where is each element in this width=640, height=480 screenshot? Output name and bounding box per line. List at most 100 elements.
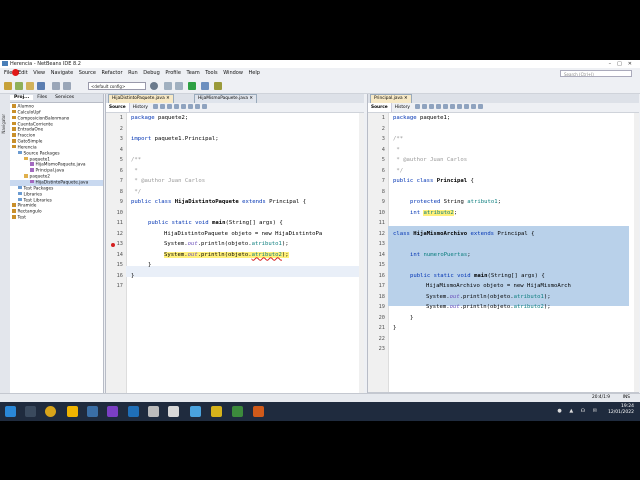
navigator-side-tab[interactable]: Navigator [1,114,6,134]
code-line: import paquete1.Principal; [131,136,219,142]
tab-files[interactable]: Files [33,95,51,100]
file-explorer-icon[interactable] [67,406,78,417]
build-icon[interactable] [164,82,172,90]
chrome-icon[interactable] [45,406,56,417]
windows-start-icon[interactable] [5,406,16,417]
search-icon[interactable] [25,406,36,417]
undo-icon[interactable] [52,82,60,90]
system-clock[interactable]: 19:24 12/01/2022 [608,404,634,416]
menu-window[interactable]: Window [223,70,243,76]
menu-navigate[interactable]: Navigate [51,70,73,76]
right-editor: Principal.java ✕ Source History 123456789… [367,94,639,402]
tree-node-icon [30,179,34,184]
app-icon[interactable] [253,406,264,417]
right-code-area[interactable]: package paquete1; /** * * @author Juan C… [388,113,639,402]
editor-action-icon[interactable] [450,104,456,109]
left-code-area[interactable]: package paquete2; import paquete1.Princi… [126,113,364,402]
menu-view[interactable]: View [33,70,45,76]
editor-action-icon[interactable] [195,104,201,109]
tab-projects[interactable]: Proj... [10,95,34,100]
search-input[interactable]: Search (Ctrl+I) [560,70,632,77]
editor-action-icon[interactable] [429,104,435,109]
editor-action-icon[interactable] [181,104,187,109]
config-select[interactable]: <default config> [88,82,146,90]
history-view-tab[interactable]: History [392,103,413,112]
open-project-icon[interactable] [26,82,34,90]
vscode-icon[interactable] [128,406,139,417]
source-view-tab[interactable]: Source [368,103,392,112]
menu-debug[interactable]: Debug [143,70,159,76]
app-icon[interactable] [87,406,98,417]
error-marker-icon[interactable] [111,243,115,247]
menu-help[interactable]: Help [249,70,260,76]
line-number: 1 [381,115,385,121]
app-icon[interactable] [211,406,222,417]
tree-node-label: HijaDistintoPaquete.java [35,180,89,186]
debug-icon[interactable] [201,82,209,90]
editor-action-icon[interactable] [415,104,421,109]
editor-action-icon[interactable] [443,104,449,109]
editor-action-icon[interactable] [471,104,477,109]
line-number: 6 [381,167,385,174]
code-line: int atributo2; [410,209,458,216]
editor-action-icon[interactable] [457,104,463,109]
code-line: System.out.println(objeto.atributo2); [426,304,551,310]
line-number: 4 [381,146,385,153]
editor-action-icon[interactable] [464,104,470,109]
redo-icon[interactable] [63,82,71,90]
tray-icons[interactable]: ● ▲ ☊ ✉ [557,408,600,414]
menu-profile[interactable]: Profile [165,70,181,76]
source-view-tab[interactable]: Source [106,103,130,112]
profile-icon[interactable] [214,82,222,90]
run-icon[interactable] [188,82,196,90]
menu-refactor[interactable]: Refactor [102,70,123,76]
code-line: /** [131,157,142,163]
save-all-icon[interactable] [37,82,45,90]
config-gear-icon[interactable] [150,82,158,90]
new-project-icon[interactable] [4,82,12,90]
tree-node-icon [18,150,22,155]
tab-principal[interactable]: Principal.java ✕ [370,94,412,103]
editor-action-icon[interactable] [202,104,208,109]
editor-action-icon[interactable] [478,104,484,109]
vertical-scrollbar[interactable] [359,113,364,393]
menu-run[interactable]: Run [128,70,138,76]
editor-action-icon[interactable] [167,104,173,109]
tree-node-label: Source Packages [23,151,60,156]
left-editor-toolbar: Source History [106,103,364,113]
netbeans-window: Herencia - NetBeans IDE 8.2 –□✕ File Edi… [0,60,640,402]
window-controls[interactable]: –□✕ [609,60,638,68]
tab-hijamismopaquete[interactable]: HijaMismoPaquete.java ✕ [194,94,257,103]
menu-team[interactable]: Team [186,70,199,76]
new-file-icon[interactable] [15,82,23,90]
tab-services[interactable]: Services [51,95,78,100]
line-number: 23 [378,346,385,352]
code-line: * [393,146,400,153]
code-line: public static void main(String[] args) { [410,272,545,279]
editor-action-icon[interactable] [188,104,194,109]
clean-build-icon[interactable] [175,82,183,90]
tree-node-label: Herencia [17,145,37,151]
app-icon[interactable] [107,406,118,417]
tab-hijadistintopaquete[interactable]: HijaDistintoPaquete.java ✕ [108,94,174,103]
history-view-tab[interactable]: History [130,103,151,112]
menu-source[interactable]: Source [79,70,96,76]
editor-action-icon[interactable] [160,104,166,109]
tree-node[interactable]: Test [10,215,103,221]
editor-action-icon[interactable] [153,104,159,109]
app-icon[interactable] [232,406,243,417]
projects-panel-tabs: Proj... Files Services [10,94,103,103]
code-line: System.out.println(objeto.atributo1); [164,241,289,247]
code-line: int numeroPuertas; [410,251,471,258]
vertical-scrollbar[interactable] [634,113,639,393]
editor-action-icon[interactable] [436,104,442,109]
app-icon[interactable] [148,406,159,417]
app-icon[interactable] [168,406,179,417]
editor-action-icon[interactable] [174,104,180,109]
code-line: * @author Juan Carlos [393,157,468,163]
editor-action-icon[interactable] [422,104,428,109]
line-number: 15 [378,262,385,268]
menu-tools[interactable]: Tools [205,70,217,76]
menu-edit[interactable]: Edit [18,70,28,76]
netbeans-task-icon[interactable] [190,406,201,417]
